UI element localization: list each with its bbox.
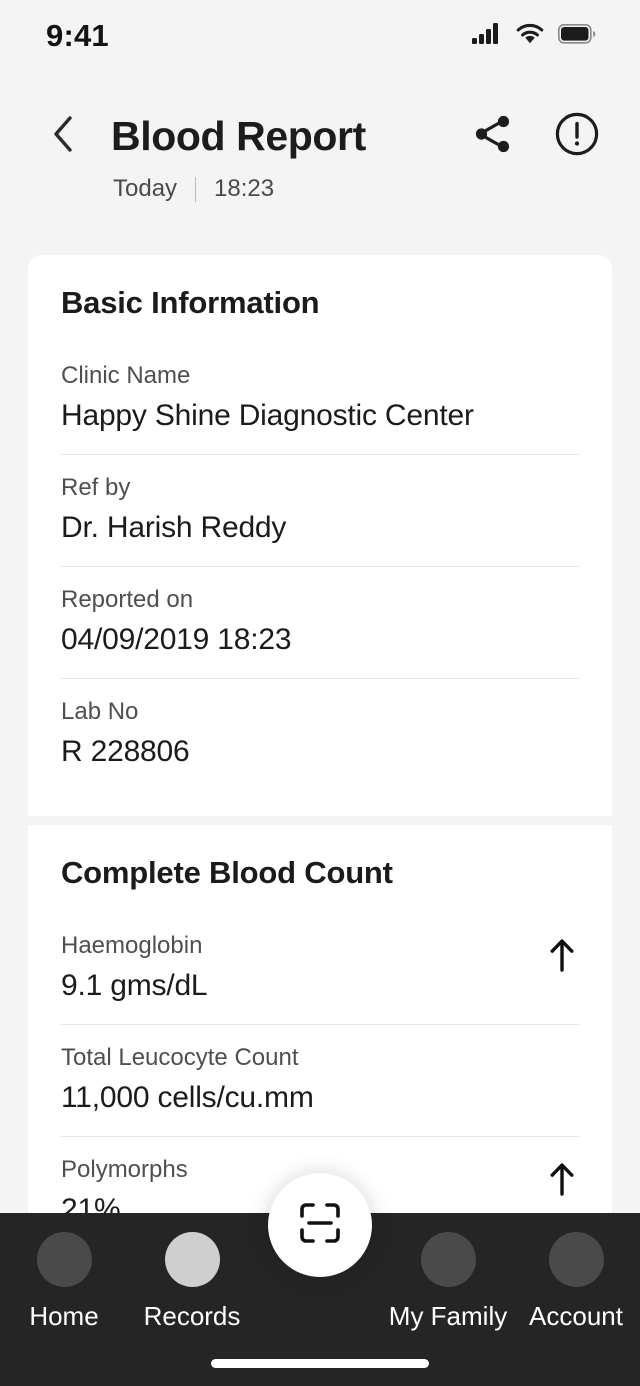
records-icon [164,1232,220,1287]
alert-circle-icon [554,111,600,162]
nav-item-records[interactable]: Records [128,1232,256,1332]
card-title: Complete Blood Count [61,855,393,890]
info-row-reported-on: Reported on 04/09/2019 18:23 [61,566,579,678]
nav-label: My Family [388,1301,508,1331]
row-value: Dr. Harish Reddy [61,511,287,544]
nav-item-home[interactable]: Home [0,1232,128,1332]
info-row-ref-by: Ref by Dr. Harish Reddy [61,454,579,566]
row-label: Clinic Name [61,362,191,389]
card-separator [28,816,612,825]
home-indicator [211,1359,429,1368]
basic-information-card: Basic Information Clinic Name Happy Shin… [28,255,612,816]
row-label: Lab No [61,698,139,725]
share-icon [470,111,516,162]
info-button[interactable] [554,111,600,162]
status-bar: 9:41 [0,0,640,72]
back-button[interactable] [52,115,90,157]
row-label: Haemoglobin [61,932,203,959]
row-label: Reported on [61,586,194,613]
scan-button[interactable] [268,1173,372,1277]
report-time: 18:23 [214,175,275,202]
report-date: Today [113,175,178,202]
status-bar-icons [472,23,596,50]
row-label: Ref by [61,474,131,501]
report-timestamp: Today 18:23 [0,175,640,203]
card-title: Basic Information [61,285,320,320]
nav-label: Account [529,1301,623,1331]
row-value: 04/09/2019 18:23 [61,623,292,656]
page-header: Blood Report Today 18:23 [0,104,640,203]
row-value: 9.1 gms/dL [61,969,208,1002]
blood-report-screen: 9:41 Blood Report Today 18:23 Basic Info… [0,0,640,1386]
info-row-lab-no: Lab No R 228806 [61,678,579,790]
result-row-haemoglobin: Haemoglobin 9.1 gms/dL [61,913,579,1024]
cellular-signal-icon [472,23,502,49]
header-row: Blood Report [0,104,640,168]
wifi-icon [515,23,545,50]
subtitle-divider [195,176,197,202]
home-icon [36,1232,92,1287]
nav-item-my-family[interactable]: My Family [384,1232,512,1332]
nav-item-account[interactable]: Account [512,1232,640,1332]
row-value: Happy Shine Diagnostic Center [61,399,474,432]
status-bar-time: 9:41 [46,18,109,53]
scan-icon [297,1200,343,1251]
arrow-up-icon [545,935,579,975]
header-actions [470,111,600,162]
result-row-total-leucocyte-count: Total Leucocyte Count 11,000 cells/cu.mm [61,1024,579,1136]
chevron-left-icon [52,115,74,158]
info-row-clinic-name: Clinic Name Happy Shine Diagnostic Cente… [61,343,579,454]
nav-label: Records [143,1301,241,1331]
row-value: R 228806 [61,735,190,768]
my-family-icon [420,1232,476,1287]
arrow-up-icon [545,1159,579,1199]
row-label: Total Leucocyte Count [61,1044,299,1071]
page-title: Blood Report [111,112,366,159]
share-button[interactable] [470,113,516,159]
nav-label: Home [29,1301,99,1331]
row-value: 11,000 cells/cu.mm [61,1081,314,1114]
battery-icon [558,23,596,49]
account-icon [548,1232,604,1287]
